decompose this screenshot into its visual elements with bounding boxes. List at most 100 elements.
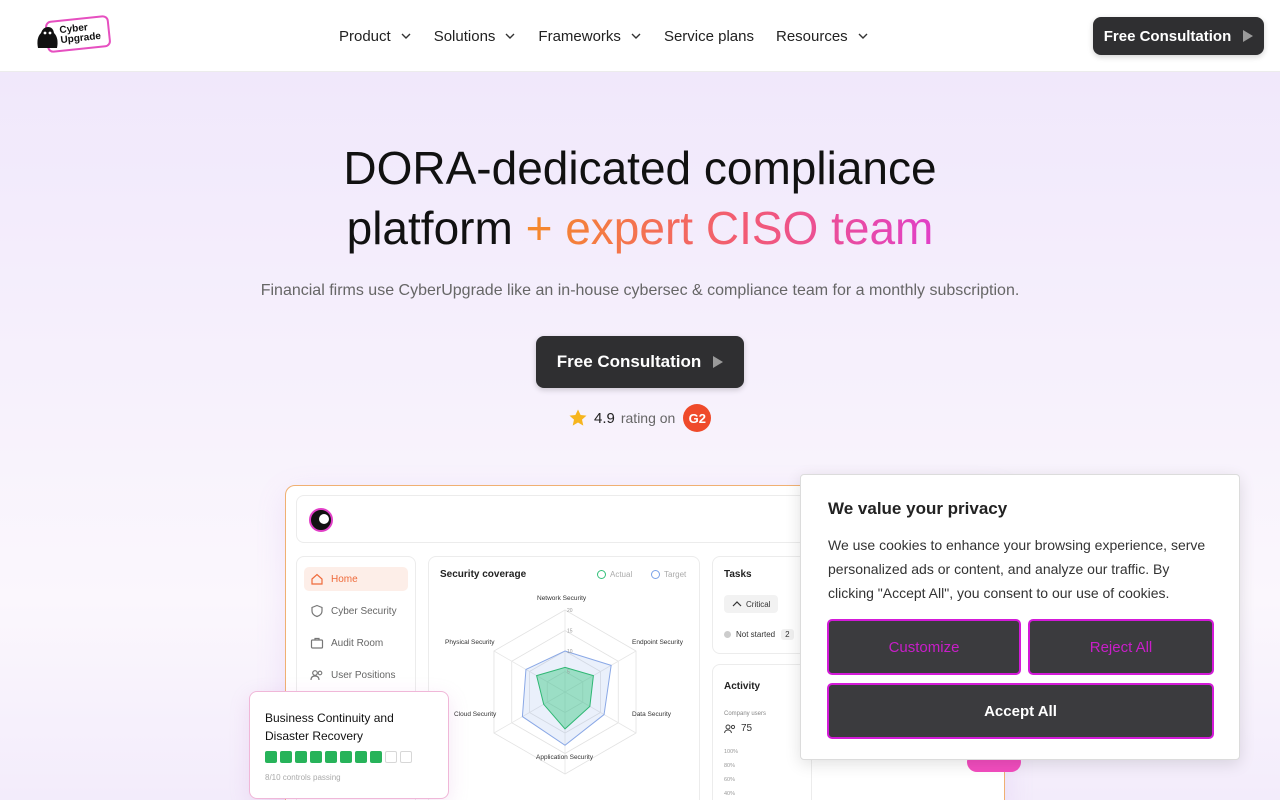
sidebar-item-audit-room[interactable]: Audit Room bbox=[304, 631, 408, 655]
radar-axis-label: Application Security bbox=[536, 754, 594, 761]
site-header: Cyber Upgrade Product Solutions Framewor… bbox=[0, 0, 1280, 72]
axis-tick-label: 40% bbox=[724, 791, 736, 797]
control-passed bbox=[265, 751, 277, 763]
activity-value-number: 75 bbox=[741, 723, 753, 734]
sidebar-item-user-positions[interactable]: User Positions bbox=[304, 663, 408, 687]
radar-scale-label: 15 bbox=[567, 629, 573, 635]
radar-scale-label: 10 bbox=[567, 649, 573, 655]
bcdr-title: Business Continuity and Disaster Recover… bbox=[265, 711, 394, 743]
gorilla-icon bbox=[37, 27, 58, 48]
radar-scale-label: 20 bbox=[567, 608, 573, 614]
radar-scale-label: 5 bbox=[567, 670, 570, 676]
chip-label: Critical bbox=[746, 599, 771, 609]
briefcase-icon bbox=[310, 637, 324, 649]
card-title: Tasks bbox=[724, 569, 752, 580]
control-passed bbox=[370, 751, 382, 763]
sidebar-item-home[interactable]: Home bbox=[304, 567, 408, 591]
nav-label: Frameworks bbox=[538, 27, 621, 45]
hero-title: DORA-dedicated compliance platform + exp… bbox=[0, 138, 1280, 258]
users-icon bbox=[724, 724, 736, 733]
control-pending bbox=[385, 751, 397, 763]
axis-tick-label: 60% bbox=[724, 777, 736, 783]
rating: 4.9 rating on G2 bbox=[568, 404, 712, 432]
rating-text: rating on bbox=[620, 410, 676, 426]
cookie-title: We value your privacy bbox=[828, 499, 1008, 518]
control-passed bbox=[310, 751, 322, 763]
controls-passing-text: 8/10 controls passing bbox=[265, 773, 341, 782]
chevron-down-icon bbox=[401, 33, 411, 39]
customize-button[interactable]: Customize bbox=[827, 619, 1021, 675]
axis-tick-label: 100% bbox=[724, 749, 739, 755]
dashboard-logo-icon bbox=[309, 508, 333, 532]
radar-axis-label: Network Security bbox=[537, 595, 587, 602]
hero-title-gradient: + expert CISO team bbox=[525, 202, 934, 254]
shield-icon bbox=[311, 604, 323, 618]
logo-text: Cyber Upgrade bbox=[59, 22, 102, 46]
sidebar-item-label: Home bbox=[331, 573, 358, 585]
axis-tick-label: 80% bbox=[724, 763, 736, 769]
nav-label: Product bbox=[339, 27, 391, 45]
nav-item-resources[interactable]: Resources bbox=[776, 26, 869, 46]
control-passed bbox=[280, 751, 292, 763]
chevron-down-icon bbox=[505, 33, 515, 39]
logo[interactable]: Cyber Upgrade bbox=[32, 14, 112, 54]
nav-label: Resources bbox=[775, 27, 848, 45]
sidebar-item-cyber-security[interactable]: Cyber Security bbox=[304, 599, 408, 623]
header-free-consultation-button[interactable]: Free Consultation bbox=[1093, 17, 1264, 55]
button-label: Free Consultation bbox=[1103, 27, 1232, 45]
controls-progress bbox=[265, 751, 412, 763]
control-passed bbox=[325, 751, 337, 763]
card-title: Activity bbox=[724, 681, 761, 692]
nav-item-product[interactable]: Product bbox=[339, 26, 412, 46]
reject-all-button[interactable]: Reject All bbox=[1028, 619, 1214, 675]
task-status-label: Not started bbox=[736, 630, 776, 639]
nav-label: Service plans bbox=[663, 27, 754, 45]
play-icon bbox=[1243, 30, 1254, 42]
radar-axis-label: Endpoint Security bbox=[632, 639, 683, 646]
hero-title-plain: platform bbox=[346, 202, 526, 254]
sidebar-item-label: Audit Room bbox=[331, 637, 384, 649]
main-nav: Product Solutions Frameworks Service pla… bbox=[339, 26, 891, 46]
sidebar-item-label: User Positions bbox=[331, 669, 396, 681]
radar-axis-label: Physical Security bbox=[445, 639, 495, 646]
star-icon bbox=[569, 409, 587, 426]
hero-title-line2: platform + expert CISO team bbox=[0, 198, 1280, 258]
control-pending bbox=[400, 751, 412, 763]
chevron-down-icon bbox=[631, 33, 641, 39]
activity-subtitle: Company users bbox=[724, 711, 767, 717]
tasks-card: Tasks Critical Not started 2 bbox=[712, 556, 812, 654]
status-dot-icon bbox=[724, 631, 731, 638]
radar-axis-label: Data Security bbox=[632, 711, 672, 718]
home-icon bbox=[311, 573, 323, 585]
nav-item-solutions[interactable]: Solutions bbox=[434, 26, 517, 46]
rating-score: 4.9 bbox=[594, 409, 615, 427]
task-count-badge: 2 bbox=[781, 629, 794, 640]
dashboard-topbar bbox=[296, 495, 816, 543]
chevron-up-icon bbox=[732, 601, 742, 607]
bcdr-card: Business Continuity and Disaster Recover… bbox=[249, 691, 449, 799]
control-passed bbox=[295, 751, 307, 763]
accept-all-button[interactable]: Accept All bbox=[827, 683, 1214, 739]
radar-axis-label: Cloud Security bbox=[454, 711, 497, 718]
task-status-row: Not started 2 bbox=[724, 629, 794, 640]
g2-logo[interactable]: G2 bbox=[683, 404, 712, 432]
cookie-consent-dialog: We value your privacy We use cookies to … bbox=[800, 474, 1240, 760]
button-label: Free Consultation bbox=[556, 352, 702, 371]
cookie-body: We use cookies to enhance your browsing … bbox=[828, 537, 1206, 601]
nav-label: Solutions bbox=[433, 27, 496, 45]
hero-subtitle: Financial firms use CyberUpgrade like an… bbox=[260, 282, 1020, 299]
radar-chart: 20 15 10 5 bbox=[493, 608, 637, 775]
hero-title-line1: DORA-dedicated compliance bbox=[343, 142, 937, 194]
control-passed bbox=[340, 751, 352, 763]
play-icon bbox=[713, 356, 724, 368]
chevron-down-icon bbox=[858, 33, 868, 39]
activity-value: 75 bbox=[724, 723, 752, 734]
security-coverage-card: Security coverage Actual Target 20 15 10 5 … bbox=[428, 556, 700, 800]
nav-item-frameworks[interactable]: Frameworks bbox=[538, 26, 642, 46]
nav-item-service-plans[interactable]: Service plans bbox=[664, 26, 754, 46]
activity-card: Activity Company users 75 100% 80% 60% 4… bbox=[712, 664, 812, 800]
hero-free-consultation-button[interactable]: Free Consultation bbox=[536, 336, 744, 388]
critical-filter-chip[interactable]: Critical bbox=[724, 595, 779, 613]
control-passed bbox=[355, 751, 367, 763]
sidebar-item-label: Cyber Security bbox=[331, 605, 397, 617]
